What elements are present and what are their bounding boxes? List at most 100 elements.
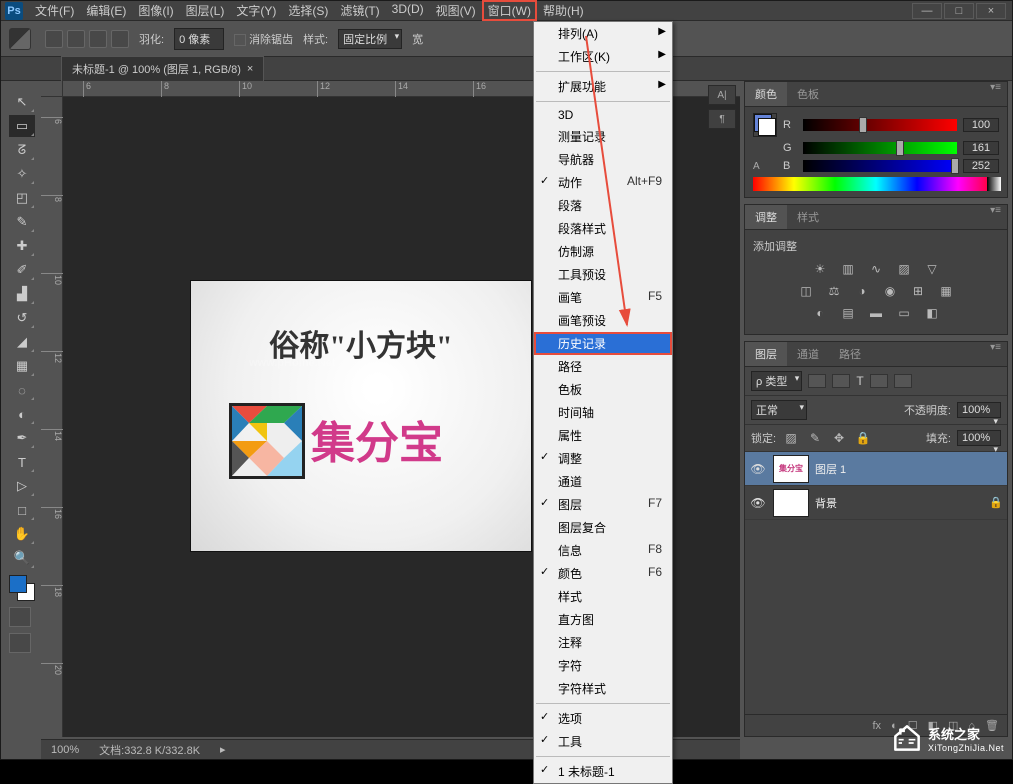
tool-stamp[interactable]: ▟	[9, 283, 35, 305]
tool-magic-wand[interactable]: ✧	[9, 163, 35, 185]
menu-y[interactable]: 文字(Y)	[230, 0, 282, 21]
curves-icon[interactable]: ∿	[867, 260, 885, 278]
menu-item-时间轴[interactable]: 时间轴	[534, 401, 672, 424]
mixer-icon[interactable]: ⊞	[909, 282, 927, 300]
visibility-icon[interactable]: 👁	[749, 496, 767, 510]
menu-l[interactable]: 图层(L)	[180, 0, 231, 21]
type-panel-icon[interactable]: A|	[708, 85, 736, 105]
screen-mode-icon[interactable]	[9, 633, 31, 653]
status-arrow-icon[interactable]: ▸	[220, 743, 226, 756]
g-value[interactable]: 161	[963, 141, 999, 155]
menu-item-通道[interactable]: 通道	[534, 470, 672, 493]
menu-item-直方图[interactable]: 直方图	[534, 608, 672, 631]
tool-move[interactable]: ↖	[9, 91, 35, 113]
menu-item-画笔[interactable]: 画笔F5	[534, 286, 672, 309]
tool-shape[interactable]: □	[9, 499, 35, 521]
menu-item-选项[interactable]: ✓选项	[534, 707, 672, 730]
lock-position-icon[interactable]: ✥	[830, 429, 848, 447]
tool-eraser[interactable]: ◢	[9, 331, 35, 353]
tool-history-brush[interactable]: ↺	[9, 307, 35, 329]
tool-pen[interactable]: ✒	[9, 427, 35, 449]
selection-int-icon[interactable]	[111, 30, 129, 48]
vibrance-icon[interactable]: ▽	[923, 260, 941, 278]
poster-icon[interactable]: ▤	[839, 304, 857, 322]
hue-icon[interactable]: ◫	[797, 282, 815, 300]
tool-gradient[interactable]: ▦	[9, 355, 35, 377]
menu-item-调整[interactable]: ✓调整	[534, 447, 672, 470]
selection-sub-icon[interactable]	[89, 30, 107, 48]
menu-h[interactable]: 帮助(H)	[537, 0, 590, 21]
tool-marquee[interactable]: ▭	[9, 115, 35, 137]
tab-swatches[interactable]: 色板	[787, 82, 829, 106]
visibility-icon[interactable]: 👁	[749, 462, 767, 476]
tab-color[interactable]: 颜色	[745, 82, 787, 106]
tab-channels[interactable]: 通道	[787, 342, 829, 366]
layer-footer-icon[interactable]: fx	[872, 720, 881, 732]
tool-lasso[interactable]: ᘔ	[9, 139, 35, 161]
menu-w[interactable]: 窗口(W)	[482, 0, 537, 21]
tab-layers[interactable]: 图层	[745, 342, 787, 366]
menu-item-图层复合[interactable]: 图层复合	[534, 516, 672, 539]
tool-dodge[interactable]: ◐	[9, 403, 35, 425]
style-select[interactable]: 固定比例	[338, 29, 402, 49]
filter-adjust-icon[interactable]	[832, 374, 850, 388]
filter-icon[interactable]: ◉	[881, 282, 899, 300]
menu-item-信息[interactable]: 信息F8	[534, 539, 672, 562]
menu-item-扩展功能[interactable]: 扩展功能▶	[534, 75, 672, 98]
menu-v[interactable]: 视图(V)	[430, 0, 482, 21]
r-value[interactable]: 100	[963, 118, 999, 132]
document-tab[interactable]: 未标题-1 @ 100% (图层 1, RGB/8) ×	[61, 56, 264, 81]
tab-styles[interactable]: 样式	[787, 205, 829, 229]
minimize-button[interactable]: —	[912, 3, 942, 19]
menu-item-字符[interactable]: 字符	[534, 654, 672, 677]
layer-row[interactable]: 👁背景🔒	[745, 486, 1007, 520]
maximize-button[interactable]: □	[944, 3, 974, 19]
tool-hand[interactable]: ✋	[9, 523, 35, 545]
fill-input[interactable]: 100%	[957, 430, 1001, 446]
close-button[interactable]: ×	[976, 3, 1006, 19]
color-panel-menu-icon[interactable]: ▾≡	[984, 82, 1007, 106]
menu-s[interactable]: 选择(S)	[282, 0, 334, 21]
menu-t[interactable]: 滤镜(T)	[334, 0, 385, 21]
quick-mask-icon[interactable]	[9, 607, 31, 627]
tool-crop[interactable]: ◰	[9, 187, 35, 209]
g-slider[interactable]	[803, 142, 957, 154]
selection-add-icon[interactable]	[67, 30, 85, 48]
bw-icon[interactable]: ◑	[853, 282, 871, 300]
menu-item-路径[interactable]: 路径	[534, 355, 672, 378]
r-slider[interactable]	[803, 119, 957, 131]
tab-paths[interactable]: 路径	[829, 342, 871, 366]
menu-item-段落样式[interactable]: 段落样式	[534, 217, 672, 240]
menu-item-注释[interactable]: 注释	[534, 631, 672, 654]
lock-pixels-icon[interactable]: ✎	[806, 429, 824, 447]
menu-item-历史记录[interactable]: 历史记录	[534, 332, 672, 355]
lock-transparency-icon[interactable]: ▨	[782, 429, 800, 447]
filter-text-icon[interactable]: T	[856, 374, 863, 388]
layer-filter-type[interactable]: ρ 类型	[751, 371, 802, 391]
tool-path-sel[interactable]: ▷	[9, 475, 35, 497]
menu-item-属性[interactable]: 属性	[534, 424, 672, 447]
tool-preset-icon[interactable]	[9, 28, 31, 50]
layer-row[interactable]: 👁集分宝图层 1	[745, 452, 1007, 486]
adjust-panel-menu-icon[interactable]: ▾≡	[984, 205, 1007, 229]
tool-heal[interactable]: ✚	[9, 235, 35, 257]
filter-shape-icon[interactable]	[870, 374, 888, 388]
gradient-map-icon[interactable]: ▭	[895, 304, 913, 322]
menu-item-图层[interactable]: ✓图层F7	[534, 493, 672, 516]
tool-eyedropper[interactable]: ✎	[9, 211, 35, 233]
menu-item-工具预设[interactable]: 工具预设	[534, 263, 672, 286]
color-picker[interactable]	[9, 575, 35, 601]
menu-item-字符样式[interactable]: 字符样式	[534, 677, 672, 700]
blend-mode-select[interactable]: 正常	[751, 400, 807, 420]
invert-icon[interactable]: ◐	[811, 304, 829, 322]
menu-dd[interactable]: 3D(D)	[386, 0, 430, 21]
tool-type[interactable]: T	[9, 451, 35, 473]
menu-item-工作区(K)[interactable]: 工作区(K)▶	[534, 45, 672, 68]
menu-item-画笔预设[interactable]: 画笔预设	[534, 309, 672, 332]
zoom-value[interactable]: 100%	[51, 744, 79, 756]
menu-item-仿制源[interactable]: 仿制源	[534, 240, 672, 263]
menu-item-3D[interactable]: 3D	[534, 105, 672, 125]
menu-item-排列(A)[interactable]: 排列(A)▶	[534, 22, 672, 45]
menu-item-工具[interactable]: ✓工具	[534, 730, 672, 753]
foreground-background-swatch[interactable]	[753, 113, 777, 137]
